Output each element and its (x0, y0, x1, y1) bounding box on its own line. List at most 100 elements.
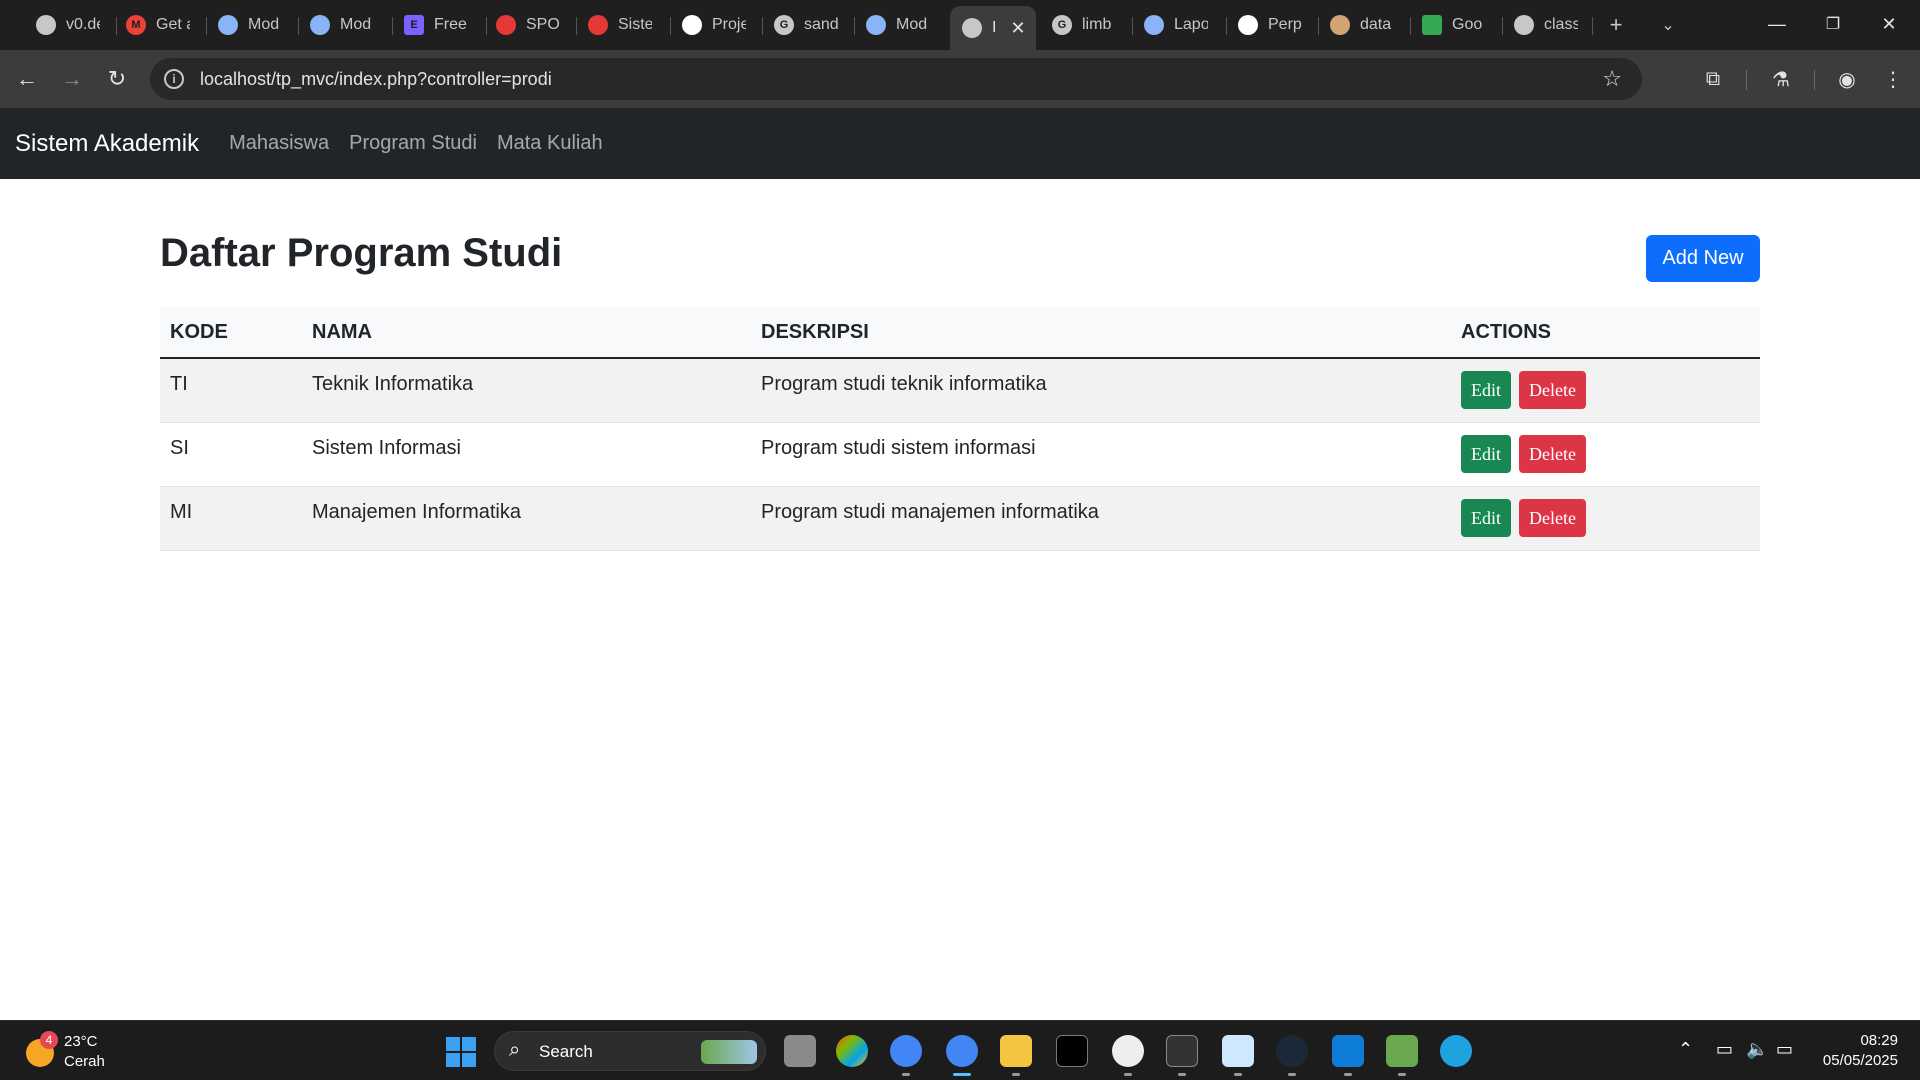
back-icon[interactable]: ← (10, 62, 44, 96)
edit-button[interactable]: Edit (1461, 371, 1511, 410)
terminal-icon[interactable] (1056, 1035, 1088, 1067)
google-icon: G (774, 15, 794, 35)
restore-icon[interactable]: ❐ (1810, 6, 1856, 42)
copilot-icon[interactable] (836, 1035, 868, 1067)
running-indicator (1178, 1073, 1186, 1076)
tray-chevron-up-icon[interactable]: ⌃ (1678, 1039, 1693, 1060)
toolbar-separator (1746, 70, 1747, 90)
tab-4[interactable]: E Free (404, 8, 468, 42)
globe-icon (36, 15, 56, 35)
tab-0[interactable]: v0.de (36, 8, 100, 42)
navbar-brand[interactable]: Sistem Akademik (15, 130, 199, 158)
chrome-profile-icon[interactable] (890, 1035, 922, 1067)
edit-button[interactable]: Edit (1461, 499, 1511, 537)
profile-icon[interactable]: ◉ (1830, 62, 1864, 96)
tab-search-chevron-icon[interactable]: ⌄ (1653, 10, 1683, 40)
clock-app-icon[interactable] (1112, 1035, 1144, 1067)
site-info-icon[interactable]: i (164, 69, 184, 89)
forward-icon[interactable]: → (55, 62, 89, 96)
tab-5[interactable]: SPOT (496, 8, 560, 42)
tab-active[interactable]: I ✕ (950, 6, 1036, 50)
tab-7[interactable]: Proje (682, 8, 746, 42)
tab-16[interactable]: class (1514, 8, 1578, 42)
cell-deskripsi: Program studi sistem informasi (751, 422, 1451, 487)
nav-link-mata-kuliah[interactable]: Mata Kuliah (497, 132, 603, 155)
volume-icon[interactable]: 🔈 (1746, 1039, 1768, 1060)
tab-14[interactable]: data (1330, 8, 1394, 42)
extensions-icon[interactable]: ⧉ (1696, 62, 1730, 96)
task-view-icon[interactable] (784, 1035, 816, 1067)
search-label: Search (539, 1042, 593, 1061)
weather-widget[interactable]: 4 23°C Cerah (24, 1029, 144, 1073)
nav-link-program-studi[interactable]: Program Studi (349, 132, 477, 155)
sheets-icon (1422, 15, 1442, 35)
sistem-icon (588, 15, 608, 35)
weather-temperature: 23°C (64, 1033, 98, 1050)
taskbar-search[interactable]: ⌕ Search (494, 1031, 766, 1071)
table-row: TI Teknik Informatika Program studi tekn… (160, 358, 1760, 423)
close-tab-icon[interactable]: ✕ (1010, 18, 1025, 39)
labs-flask-icon[interactable]: ⚗ (1764, 62, 1798, 96)
start-windows-icon[interactable] (446, 1037, 476, 1067)
tab-2[interactable]: Mod (218, 8, 282, 42)
delete-button[interactable]: Delete (1519, 499, 1586, 537)
minimize-icon[interactable]: — (1754, 6, 1800, 42)
add-new-button[interactable]: Add New (1646, 235, 1760, 282)
vscode-icon[interactable] (1332, 1035, 1364, 1067)
network-icon[interactable]: ▭ (1716, 1039, 1733, 1060)
system-clock[interactable]: 08:29 05/05/2025 (1823, 1031, 1898, 1071)
cell-nama: Manajemen Informatika (302, 486, 751, 551)
cell-deskripsi: Program studi teknik informatika (751, 358, 1451, 423)
tab-1[interactable]: MGet a (126, 8, 190, 42)
file-explorer-icon[interactable] (1000, 1035, 1032, 1067)
heading-row: Daftar Program Studi Add New (160, 231, 1760, 291)
cell-actions: Edit Delete (1451, 486, 1760, 551)
bookmark-star-icon[interactable]: ☆ (1602, 66, 1622, 92)
cell-deskripsi: Program studi manajemen informatika (751, 486, 1451, 551)
cell-nama: Sistem Informasi (302, 422, 751, 487)
edit-button[interactable]: Edit (1461, 435, 1511, 473)
nav-link-mahasiswa[interactable]: Mahasiswa (229, 132, 329, 155)
toolbar-separator (1814, 70, 1815, 90)
tab-8[interactable]: Gsand (774, 8, 838, 42)
globe-icon (1514, 15, 1534, 35)
tab-13[interactable]: Perp (1238, 8, 1302, 42)
chrome-active-icon[interactable] (946, 1035, 978, 1067)
address-url[interactable]: localhost/tp_mvc/index.php?controller=pr… (200, 69, 552, 90)
running-indicator (1012, 1073, 1020, 1076)
tab-separator (670, 17, 671, 35)
column-header-deskripsi: DESKRIPSI (751, 307, 1451, 359)
running-indicator (1234, 1073, 1242, 1076)
tab-12[interactable]: Lapo (1144, 8, 1208, 42)
notepad-icon[interactable] (1386, 1035, 1418, 1067)
document-icon (310, 15, 330, 35)
tab-6[interactable]: Siste (588, 8, 652, 42)
menu-kebab-icon[interactable]: ⋮ (1876, 62, 1910, 96)
tab-separator (298, 17, 299, 35)
address-bar[interactable]: i localhost/tp_mvc/index.php?controller=… (150, 58, 1642, 100)
app-navbar: Sistem Akademik Mahasiswa Program Studi … (0, 108, 1920, 179)
tab-3[interactable]: Mod (310, 8, 374, 42)
tab-9[interactable]: Mod (866, 8, 930, 42)
running-indicator (902, 1073, 910, 1076)
column-header-kode: KODE (160, 307, 302, 359)
tab-15[interactable]: Goo (1422, 8, 1486, 42)
new-tab-icon[interactable]: + (1601, 10, 1631, 40)
powershell-icon[interactable] (1166, 1035, 1198, 1067)
cell-kode: MI (160, 486, 302, 551)
reload-icon[interactable]: ↻ (100, 62, 134, 96)
delete-button[interactable]: Delete (1519, 371, 1586, 410)
steam-icon[interactable] (1276, 1035, 1308, 1067)
close-window-icon[interactable]: ✕ (1866, 6, 1912, 42)
globe-icon (962, 18, 982, 38)
clock-time: 08:29 (1860, 1032, 1898, 1049)
tab-separator (762, 17, 763, 35)
tab-11[interactable]: Glimb (1052, 8, 1116, 42)
data-icon (1330, 15, 1350, 35)
tab-separator (1502, 17, 1503, 35)
delete-button[interactable]: Delete (1519, 435, 1586, 473)
battery-icon[interactable]: ▭ (1776, 1039, 1793, 1060)
cell-actions: Edit Delete (1451, 358, 1760, 423)
edge-icon[interactable] (1440, 1035, 1472, 1067)
monitor-app-icon[interactable] (1222, 1035, 1254, 1067)
